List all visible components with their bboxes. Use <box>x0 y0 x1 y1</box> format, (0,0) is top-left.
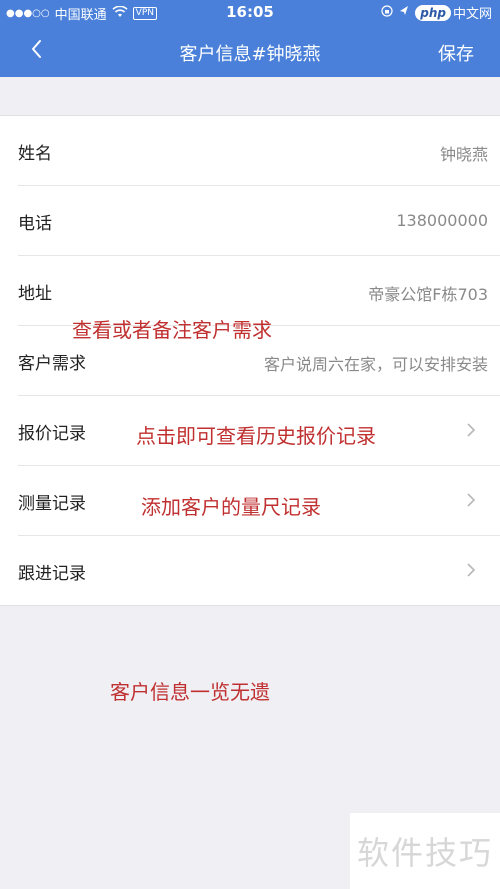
orientation-lock-icon <box>381 4 393 21</box>
customer-info-list: 姓名 钟晓燕 电话 138000000 地址 帝豪公馆F栋703 客户需求 客户… <box>0 115 500 606</box>
save-button[interactable]: 保存 <box>438 40 474 66</box>
chevron-right-icon <box>467 423 476 437</box>
status-bar: ●●●○○ 中国联通 VPN 16:05 php 中文网 <box>0 0 500 25</box>
row-value: 客户说周六在家，可以安排安装 <box>263 355 488 374</box>
status-right: php 中文网 <box>381 3 492 22</box>
row-label: 测量记录 <box>18 494 86 514</box>
screen: ●●●○○ 中国联通 VPN 16:05 php 中文网 客户信息#钟晓燕 保存… <box>0 0 500 889</box>
row-label: 地址 <box>18 284 52 304</box>
page-title: 客户信息#钟晓燕 <box>179 44 321 65</box>
chevron-right-icon <box>467 493 476 507</box>
row-value: 138000000 <box>396 211 488 230</box>
row-followup-records[interactable]: 跟进记录 <box>18 536 500 605</box>
row-phone[interactable]: 电话 138000000 <box>18 186 500 256</box>
row-label: 电话 <box>18 214 52 234</box>
chevron-right-icon <box>467 563 476 577</box>
row-label: 客户需求 <box>18 354 86 374</box>
annotation-customer-needs: 查看或者备注客户需求 <box>72 318 272 342</box>
row-value: 帝豪公馆F栋703 <box>368 285 488 304</box>
row-label: 姓名 <box>18 144 52 164</box>
nav-bar: 客户信息#钟晓燕 保存 <box>0 25 500 77</box>
corner-watermark: 软件技巧 <box>350 813 500 889</box>
annotation-measure-records: 添加客户的量尺记录 <box>141 495 321 519</box>
php-watermark: php 中文网 <box>415 3 492 22</box>
location-icon <box>399 5 409 21</box>
php-logo: php <box>415 4 451 21</box>
row-name[interactable]: 姓名 钟晓燕 <box>18 116 500 186</box>
row-label: 报价记录 <box>18 424 86 444</box>
row-value: 钟晓燕 <box>439 145 488 164</box>
row-label: 跟进记录 <box>18 564 86 584</box>
php-logo-suffix: 中文网 <box>452 7 492 22</box>
annotation-quote-history: 点击即可查看历史报价记录 <box>136 424 376 448</box>
annotation-overview: 客户信息一览无遗 <box>110 680 270 704</box>
